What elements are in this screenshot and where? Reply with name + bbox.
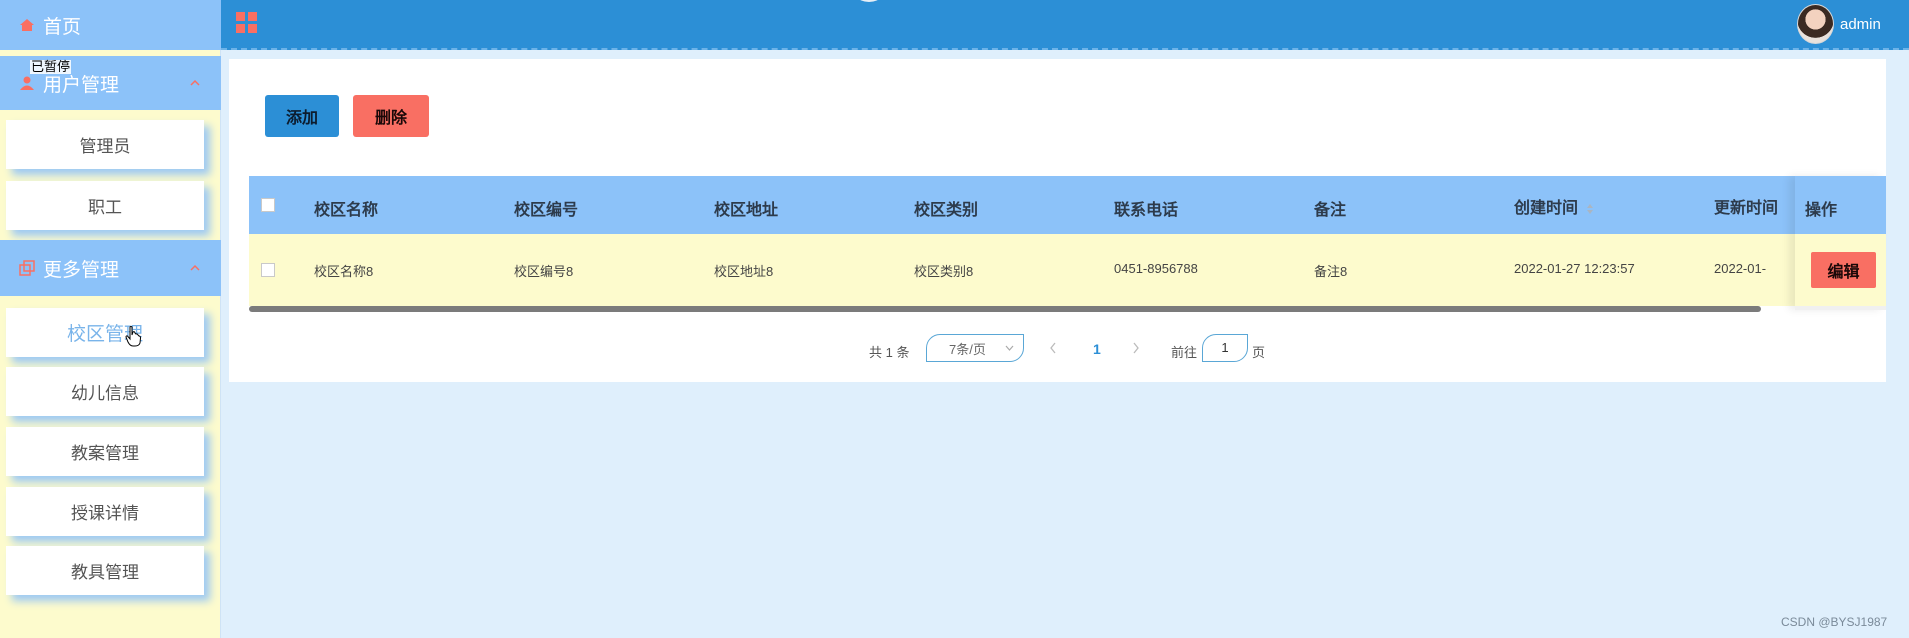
select-all-checkbox[interactable] bbox=[261, 198, 275, 212]
watermark: CSDN @BYSJ1987 bbox=[1781, 615, 1888, 629]
column-header: 校区地址 bbox=[714, 202, 779, 219]
table-cell: 2022-01-27 12:23:57 bbox=[1514, 261, 1635, 276]
copy-icon bbox=[19, 260, 35, 276]
sidebar-item-admin[interactable]: 管理员 bbox=[6, 120, 204, 169]
sidebar-item-lesson-plans[interactable]: 教案管理 bbox=[6, 427, 204, 476]
column-header: 备注 bbox=[1314, 202, 1347, 219]
column-header: 联系电话 bbox=[1114, 202, 1179, 219]
table-cell: 校区类别8 bbox=[914, 264, 974, 279]
hand-cursor-icon bbox=[125, 326, 142, 347]
column-header: 操作 bbox=[1805, 202, 1838, 219]
delete-button[interactable]: 删除 bbox=[353, 95, 429, 137]
sidebar-item-campus[interactable]: 校区管理 bbox=[6, 308, 204, 357]
goto-page-input[interactable]: 1 bbox=[1202, 334, 1248, 362]
table-header: 校区名称 校区编号 校区地址 校区类别 联系电话 备注 创建时间 更新时间 bbox=[249, 176, 1886, 234]
avatar[interactable] bbox=[1797, 4, 1834, 44]
add-button[interactable]: 添加 bbox=[265, 95, 339, 137]
total-count: 共 1 条 bbox=[869, 345, 910, 360]
chevron-up-icon bbox=[190, 79, 200, 86]
sidebar-group-label: 更多管理 bbox=[43, 259, 120, 281]
table-row[interactable]: 校区名称8 校区编号8 校区地址8 校区类别8 0451-8956788 备注8… bbox=[249, 234, 1886, 306]
sidebar-item-home[interactable]: 首页 bbox=[0, 0, 221, 50]
pagination: 共 1 条 7条/页 1 前往 1 页 bbox=[229, 334, 1886, 364]
sort-icon[interactable] bbox=[1586, 203, 1594, 215]
sidebar-item-label: 首页 bbox=[43, 16, 82, 38]
sidebar-item-children[interactable]: 幼儿信息 bbox=[6, 367, 204, 416]
top-bar: admin bbox=[221, 0, 1909, 50]
table-cell: 校区地址8 bbox=[714, 264, 774, 279]
table-cell: 2022-01- bbox=[1714, 261, 1767, 276]
sidebar-item-teaching-details[interactable]: 授课详情 bbox=[6, 487, 204, 536]
row-checkbox[interactable] bbox=[261, 263, 275, 277]
column-header: 校区名称 bbox=[314, 202, 379, 219]
action-column: 操作 编辑 bbox=[1795, 176, 1886, 310]
sidebar-item-teaching-aids[interactable]: 教具管理 bbox=[6, 546, 204, 595]
goto-label: 前往 bbox=[1171, 345, 1198, 360]
page-size-select[interactable]: 7条/页 bbox=[926, 334, 1024, 362]
column-header-sortable[interactable]: 创建时间 bbox=[1514, 194, 1594, 218]
column-header: 校区编号 bbox=[514, 202, 579, 219]
home-icon bbox=[20, 19, 34, 31]
table-cell: 备注8 bbox=[1314, 264, 1348, 279]
goto-suffix: 页 bbox=[1252, 345, 1266, 360]
horizontal-scrollbar[interactable] bbox=[249, 306, 1761, 312]
sidebar-item-staff[interactable]: 职工 bbox=[6, 181, 204, 230]
prev-page-icon[interactable] bbox=[1049, 342, 1057, 354]
sidebar-group-more[interactable]: 更多管理 bbox=[0, 240, 221, 296]
user-icon bbox=[20, 76, 34, 90]
logo-circle bbox=[849, 0, 889, 2]
username[interactable]: admin bbox=[1840, 16, 1881, 33]
content-card: 添加 删除 校区名称 校区编号 校区地址 校区类别 联系电话 备注 创建时间 更… bbox=[229, 59, 1886, 382]
chevron-down-icon bbox=[1005, 345, 1014, 351]
edit-button[interactable]: 编辑 bbox=[1811, 252, 1876, 288]
next-page-icon[interactable] bbox=[1132, 342, 1140, 354]
column-header: 更新时间 bbox=[1714, 200, 1779, 217]
table-cell: 0451-8956788 bbox=[1114, 261, 1198, 276]
sidebar: 首页 用户管理 已暂停 管理员 职工 更多管理 校区管理 幼儿信息 教案管理 授… bbox=[0, 0, 221, 638]
chevron-up-icon bbox=[190, 264, 200, 271]
column-header: 校区类别 bbox=[914, 202, 979, 219]
page-number[interactable]: 1 bbox=[1093, 341, 1101, 357]
table-cell: 校区编号8 bbox=[514, 264, 574, 279]
table-cell: 校区名称8 bbox=[314, 264, 374, 279]
menu-grid-icon[interactable] bbox=[236, 12, 258, 34]
paused-tooltip: 已暂停 bbox=[30, 59, 72, 74]
